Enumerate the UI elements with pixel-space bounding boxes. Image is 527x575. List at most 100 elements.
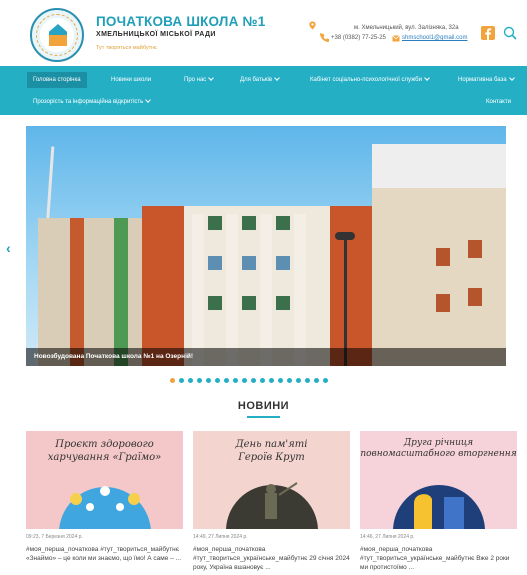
site-motto: Тут творяться майбутнє: [96, 45, 157, 51]
news-card-image-title-line: Друга річниця: [403, 438, 474, 448]
building-wing: [330, 206, 372, 366]
building-stripe: [114, 218, 128, 366]
slider-dot[interactable]: [269, 378, 274, 383]
slider-dot[interactable]: [260, 378, 265, 383]
nav-item-school-news[interactable]: Новини школи: [105, 72, 157, 88]
news-card-image[interactable]: Проєкт здорового харчування «Граїмо»: [26, 431, 183, 529]
news-card[interactable]: День пам'яті Героїв Крут 14:49, 27 Липня…: [193, 431, 350, 571]
memorial-illustration-icon: [226, 482, 318, 529]
news-card-excerpt[interactable]: #моя_перша_початкова #тут_твориться_укра…: [360, 545, 517, 572]
slider-dot[interactable]: [206, 378, 211, 383]
building-window: [276, 216, 290, 230]
nav-item-transparency[interactable]: Прозорість та інформаційна відкритість: [27, 94, 156, 110]
nav-item-label: Головна сторінка: [33, 77, 81, 83]
anniversary-illustration-icon: [393, 485, 485, 529]
slider-dot[interactable]: [278, 378, 283, 383]
slider-dot[interactable]: [314, 378, 319, 383]
school-logo[interactable]: [30, 8, 84, 62]
news-card[interactable]: Друга річниця повномасштабного вторгненн…: [360, 431, 517, 571]
slider-dot[interactable]: [224, 378, 229, 383]
news-card-image-title-line: Проєкт здорового: [55, 439, 154, 450]
building-window: [242, 256, 256, 270]
contact-address: м. Хмельницький, вул. Залізняка, 32а: [354, 25, 459, 31]
site-title[interactable]: ПОЧАТКОВА ШКОЛА №1: [96, 14, 265, 29]
slider-dot[interactable]: [188, 378, 193, 383]
slider-dot[interactable]: [233, 378, 238, 383]
nav-item-psych-service[interactable]: Кабінет соціально-психологічної служби: [304, 72, 435, 88]
contact-phone[interactable]: +38 (0382) 77-25-25: [331, 35, 386, 41]
facebook-icon[interactable]: [481, 26, 495, 40]
nav-item-label: Контакти: [486, 99, 511, 105]
slider-dot[interactable]: [287, 378, 292, 383]
news-card-excerpt[interactable]: #моя_перша_початкова #тут_твориться_майб…: [26, 545, 183, 563]
building-window: [208, 296, 222, 310]
news-card-image-title-line: повномасштабного вторгнення: [360, 449, 517, 459]
slider-dot[interactable]: [170, 378, 175, 383]
contact-email-link[interactable]: shmschool1@gmail.com: [402, 35, 467, 41]
nav-item-label: Для батьків: [240, 77, 273, 83]
site-subtitle: ХМЕЛЬНИЦЬКОЇ МІСЬКОЇ РАДИ: [96, 31, 216, 38]
slider-dot[interactable]: [296, 378, 301, 383]
building-window: [436, 294, 450, 312]
map-pin-icon: [309, 21, 316, 30]
hero-slider[interactable]: Новозбудована Початкова школа №1 на Озер…: [26, 126, 506, 366]
news-card-image[interactable]: День пам'яті Героїв Крут: [193, 431, 350, 529]
news-card-image-title: Проєкт здорового харчування «Граїмо»: [26, 438, 183, 464]
nav-item-label: Новини школи: [111, 77, 152, 83]
building-column: [294, 214, 306, 366]
news-card-image-title: День пам'яті Героїв Крут: [193, 438, 350, 464]
nav-item-label: Про нас: [184, 77, 207, 83]
building-column: [226, 214, 238, 366]
news-title-underline: [247, 416, 280, 418]
building-wing: [142, 206, 184, 366]
chevron-down-icon: [508, 75, 515, 81]
building-window: [276, 296, 290, 310]
mail-icon: [392, 35, 400, 42]
news-card-image-title-line: День пам'яті: [235, 439, 308, 450]
nav-item-regulations[interactable]: Нормативна база: [452, 72, 520, 88]
slide-image-building-main: [142, 206, 372, 366]
nav-item-label: Кабінет соціально-психологічної служби: [310, 77, 422, 83]
chevron-down-icon: [274, 75, 280, 81]
nav-item-home[interactable]: Головна сторінка: [27, 72, 87, 88]
building-stripe: [70, 218, 84, 366]
search-icon[interactable]: [503, 26, 517, 40]
news-card-image[interactable]: Друга річниця повномасштабного вторгненн…: [360, 431, 517, 529]
chevron-down-icon: [145, 97, 152, 103]
slider-dot[interactable]: [242, 378, 247, 383]
slide-caption-text: Новозбудована Початкова школа №1 на Озер…: [34, 353, 194, 360]
slider-prev-arrow-icon[interactable]: ‹: [6, 240, 11, 256]
building-window: [242, 296, 256, 310]
slide-image-building-left: [38, 218, 158, 366]
nav-item-contacts[interactable]: Контакти: [480, 94, 517, 110]
slide-caption: Новозбудована Початкова школа №1 на Озер…: [26, 348, 506, 366]
nav-item-about[interactable]: Про нас: [178, 72, 219, 88]
news-card-image-title-line: харчування «Граїмо»: [47, 452, 162, 463]
news-card[interactable]: Проєкт здорового харчування «Граїмо» 09:…: [26, 431, 183, 562]
news-card-image-title: Друга річниця повномасштабного вторгненн…: [360, 438, 517, 460]
news-card-excerpt[interactable]: #моя_перша_початкова #тут_твориться_укра…: [193, 545, 350, 572]
slider-dot[interactable]: [251, 378, 256, 383]
slider-pagination: [170, 378, 328, 384]
slider-dot[interactable]: [323, 378, 328, 383]
building-window: [276, 256, 290, 270]
building-window: [436, 248, 450, 266]
slider-dot[interactable]: [179, 378, 184, 383]
slider-dot[interactable]: [197, 378, 202, 383]
chevron-down-icon: [208, 75, 215, 81]
main-navigation: Головна сторінка Новини школи Про нас Дл…: [0, 66, 527, 115]
healthy-food-illustration-icon: [59, 486, 151, 529]
site-header: ПОЧАТКОВА ШКОЛА №1 ХМЕЛЬНИЦЬКОЇ МІСЬКОЇ …: [0, 0, 527, 66]
news-card-date: 09:23, 7 Березня 2024 р.: [26, 534, 83, 540]
nav-item-parents[interactable]: Для батьків: [234, 72, 285, 88]
building-column: [192, 214, 204, 366]
nav-item-label: Нормативна база: [458, 77, 507, 83]
facebook-glyph: [485, 28, 492, 40]
building-window: [208, 216, 222, 230]
slider-dot[interactable]: [215, 378, 220, 383]
building-window: [242, 216, 256, 230]
news-card-image-title-line: Героїв Крут: [238, 452, 305, 463]
nav-item-label: Прозорість та інформаційна відкритість: [33, 99, 144, 105]
slider-dot[interactable]: [305, 378, 310, 383]
building-roof: [372, 144, 506, 188]
